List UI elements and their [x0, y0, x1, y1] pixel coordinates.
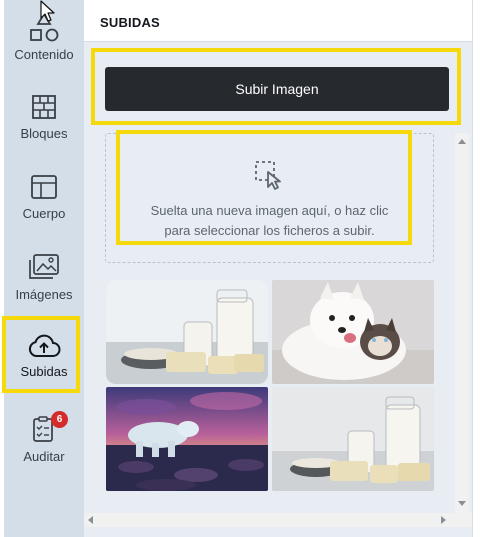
polar-bear-on-shore-image [106, 387, 268, 491]
gallery-image[interactable] [106, 387, 268, 491]
sidebar-item-bloques[interactable]: Bloques [4, 94, 84, 172]
select-cursor-icon [254, 161, 281, 190]
cloud-upload-icon [28, 334, 61, 357]
scroll-right-arrow-icon[interactable] [441, 516, 446, 524]
dropzone[interactable]: Suelta una nueva imagen aquí, o haz clic… [105, 133, 434, 263]
sidebar-item-auditar[interactable]: Auditar [4, 415, 84, 493]
gallery-image[interactable] [272, 387, 434, 491]
vertical-scrollbar[interactable] [455, 133, 469, 513]
sidebar-item-label: Bloques [20, 126, 68, 141]
upload-image-button[interactable]: Subir Imagen [105, 67, 449, 111]
brick-wall-icon [32, 95, 56, 119]
sidebar-item-label: Auditar [23, 449, 65, 464]
notification-badge: 6 [51, 411, 68, 428]
white-dog-with-cat-image [272, 280, 434, 384]
horizontal-scrollbar[interactable] [84, 513, 472, 527]
editor-frame: { "sidebar": { "items": [ {"label": "Con… [0, 0, 488, 537]
milk-and-cheese-image [106, 280, 268, 384]
scroll-down-arrow-icon[interactable] [458, 501, 466, 506]
sidebar-item-label: Imágenes [15, 287, 73, 302]
mouse-cursor-icon [40, 0, 55, 22]
gallery-image[interactable] [106, 280, 268, 384]
gallery-image[interactable] [272, 280, 434, 384]
panel-divider [472, 0, 473, 537]
sidebar-item-label: Cuerpo [22, 206, 66, 221]
sidebar-item-cuerpo[interactable]: Cuerpo [4, 174, 84, 252]
sidebar: Contenido Bloques Cuerpo Imágenes Subida… [4, 0, 84, 537]
sidebar-item-imagenes[interactable]: Imágenes [4, 253, 84, 331]
images-icon [29, 254, 59, 279]
scroll-left-arrow-icon[interactable] [88, 516, 93, 524]
layout-icon [31, 175, 57, 199]
sidebar-item-label: Contenido [14, 47, 74, 62]
panel-title: SUBIDAS [100, 15, 160, 30]
panel-header: SUBIDAS [84, 0, 472, 42]
dropzone-text: Suelta una nueva imagen aquí, o haz clic… [150, 203, 389, 238]
milk-jugs-and-cheese-image [272, 387, 434, 491]
scroll-up-arrow-icon[interactable] [458, 139, 466, 144]
sidebar-item-subidas[interactable]: Subidas [4, 332, 84, 410]
uploads-panel: SUBIDAS Subir Imagen Suelta una nueva im… [84, 0, 472, 537]
sidebar-item-label: Subidas [20, 364, 68, 379]
